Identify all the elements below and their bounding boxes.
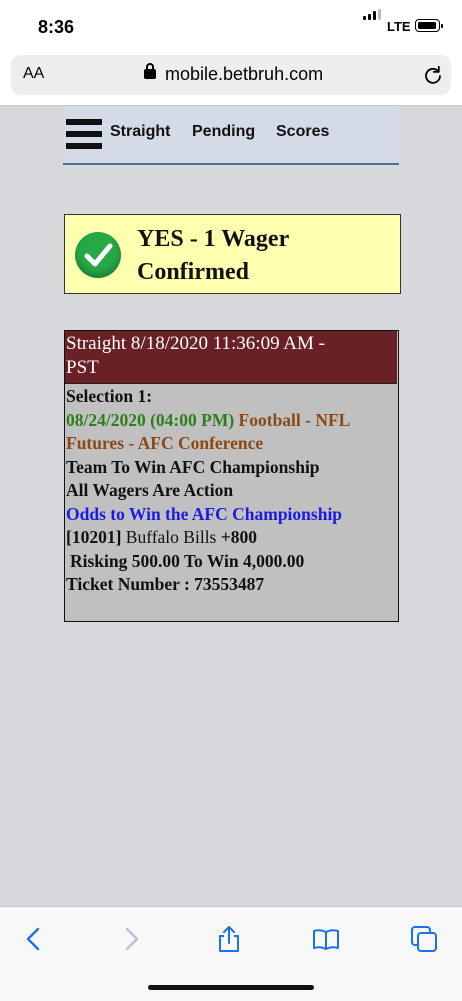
wager-header-line1: Straight 8/18/2020 11:36:09 AM -: [66, 333, 325, 354]
share-icon[interactable]: [215, 925, 243, 953]
odds-title: Odds to Win the AFC Championship: [66, 503, 343, 524]
nav-scores-link[interactable]: Scores: [276, 123, 329, 141]
event-sport: Football - NFL: [238, 409, 351, 430]
home-indicator: [148, 985, 314, 990]
team-line: [10201] Buffalo Bills +800: [66, 526, 396, 550]
market-name: Team To Win AFC Championship: [66, 456, 320, 477]
back-icon[interactable]: [20, 925, 48, 953]
selection-label: Selection 1:: [66, 386, 153, 406]
event-conference: Futures - AFC Conference: [66, 433, 264, 453]
team-odds: +800: [220, 527, 257, 547]
forward-icon[interactable]: [117, 925, 145, 953]
menu-icon[interactable]: [66, 119, 102, 149]
status-time: 8:36: [38, 17, 75, 37]
wager-ticket: Straight 8/18/2020 11:36:09 AM - PST Sel…: [64, 330, 399, 622]
action-note: All Wagers Are Action: [66, 480, 234, 500]
ticket-number: Ticket Number : 73553487: [66, 574, 265, 594]
battery-icon: [415, 19, 443, 32]
lock-icon: [144, 63, 156, 79]
bookmarks-icon[interactable]: [312, 925, 340, 953]
wager-details: Selection 1: 08/24/2020 (04:00 PM) Footb…: [66, 385, 396, 597]
wager-header-line2: PST: [66, 357, 99, 378]
nav-straight-link[interactable]: Straight: [110, 123, 170, 141]
network-label: LTE: [387, 19, 411, 34]
site-nav: Straight Pending Scores: [63, 106, 399, 165]
confirmation-line1: YES - 1 Wager: [137, 226, 290, 252]
text-size-button[interactable]: AA: [23, 65, 44, 83]
team-name: Buffalo Bills: [125, 527, 217, 547]
browser-address-area: AA mobile.betbruh.com: [0, 52, 462, 106]
status-bar: 8:36 LTE: [0, 0, 462, 52]
event-line: 08/24/2020 (04:00 PM) Football - NFL: [66, 409, 396, 433]
nav-pending-link[interactable]: Pending: [192, 123, 255, 141]
reload-icon[interactable]: [423, 65, 443, 85]
confirmation-message: YES - 1 Wager Confirmed: [137, 223, 387, 289]
wager-header: Straight 8/18/2020 11:36:09 AM - PST: [65, 331, 397, 384]
aa-label: AA: [23, 65, 45, 82]
confirmation-box: YES - 1 Wager Confirmed: [64, 214, 401, 294]
checkmark-icon: [75, 232, 121, 278]
team-id: [10201]: [66, 527, 122, 547]
risk-line: Risking 500.00 To Win 4,000.00: [70, 550, 305, 571]
address-bar[interactable]: AA mobile.betbruh.com: [11, 55, 451, 95]
tabs-icon[interactable]: [410, 925, 438, 953]
url-text[interactable]: mobile.betbruh.com: [165, 64, 323, 85]
event-date: 08/24/2020 (04:00 PM): [66, 409, 235, 430]
confirmation-line2: Confirmed: [137, 259, 249, 285]
